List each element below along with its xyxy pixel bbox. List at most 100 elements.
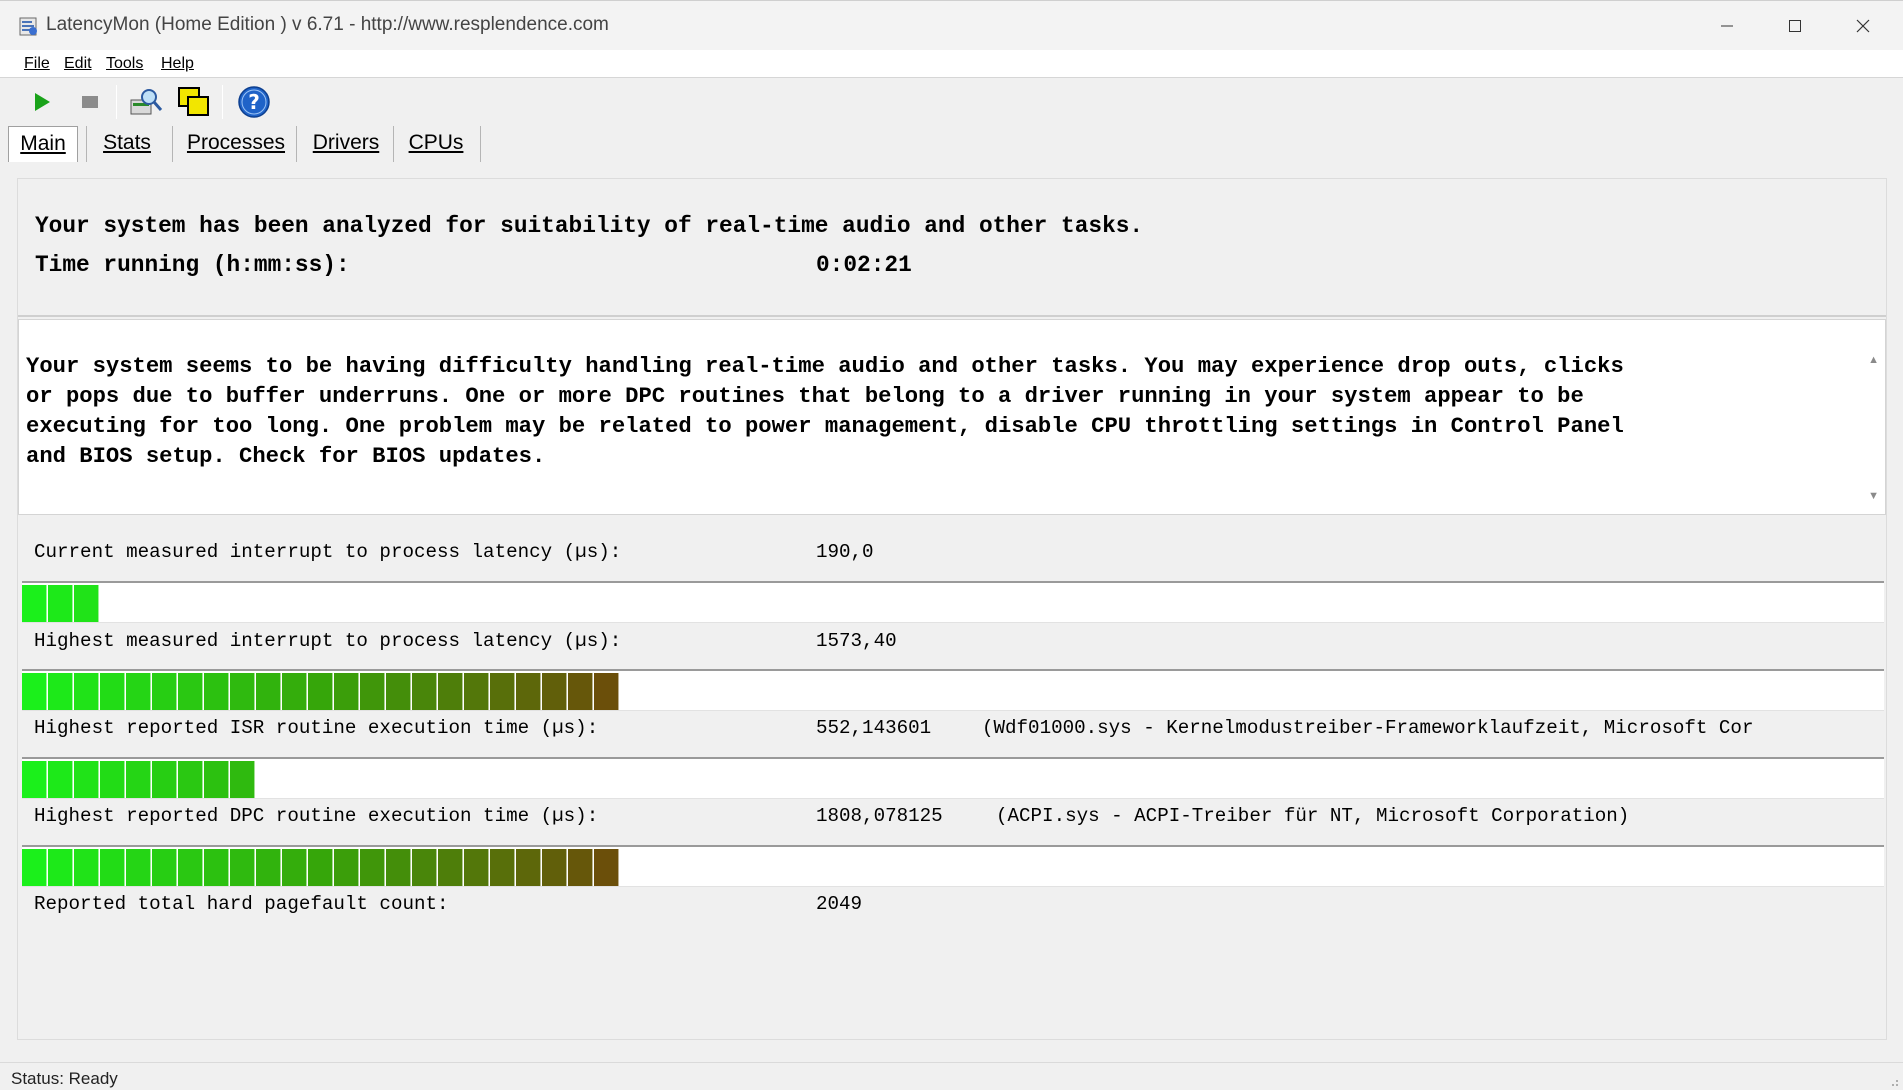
help-icon: ?: [238, 86, 270, 118]
tab-stats[interactable]: Stats: [92, 126, 162, 162]
bar-segment: [516, 849, 541, 886]
bar-segment: [542, 673, 567, 710]
bar-segment: [594, 849, 619, 886]
bar-segment: [386, 849, 411, 886]
tab-drivers[interactable]: Drivers: [304, 126, 388, 162]
menu-tools[interactable]: Tools: [106, 55, 143, 73]
bar-segment: [568, 673, 593, 710]
highest-latency-label: Highest measured interrupt to process la…: [34, 630, 622, 652]
latencymon-app-icon: [19, 17, 37, 36]
menu-file[interactable]: File: [24, 55, 50, 73]
bar-segment: [308, 673, 333, 710]
copy-windows-icon: [178, 87, 209, 116]
bar-segment: [178, 761, 203, 798]
search-driver-button[interactable]: [128, 83, 164, 121]
start-monitoring-button[interactable]: [24, 83, 60, 121]
toolbar-separator: [222, 85, 223, 119]
bar-segment: [152, 673, 177, 710]
dpc-driver-detail: (ACPI.sys - ACPI-Treiber für NT, Microso…: [996, 805, 1630, 827]
bar-segment: [74, 849, 99, 886]
maximize-icon: [1789, 20, 1801, 32]
bar-segment: [74, 761, 99, 798]
play-icon: [35, 93, 50, 111]
tab-separator: [296, 126, 297, 162]
tab-separator: [86, 126, 87, 162]
bar-segment: [334, 849, 359, 886]
bar-segment: [256, 673, 281, 710]
bar-segment: [464, 673, 489, 710]
close-button[interactable]: [1829, 1, 1897, 51]
analysis-message: Your system seems to be having difficult…: [26, 354, 1624, 469]
bar-segment: [230, 761, 255, 798]
pagefault-label: Reported total hard pagefault count:: [34, 893, 449, 915]
status-text: Status: Ready: [11, 1069, 118, 1088]
resize-grip-icon[interactable]: [1887, 1075, 1899, 1087]
bar-segment: [126, 673, 151, 710]
tab-separator: [480, 126, 481, 162]
bar-segment: [568, 849, 593, 886]
bar-segment: [100, 673, 125, 710]
tab-separator: [393, 126, 394, 162]
bar-segment: [230, 849, 255, 886]
bar-segment: [516, 673, 541, 710]
analysis-message-box[interactable]: Your system seems to be having difficult…: [18, 319, 1886, 515]
bar-segment: [412, 673, 437, 710]
bar-segment: [204, 849, 229, 886]
tab-main[interactable]: Main: [8, 126, 78, 162]
copy-windows-button[interactable]: [176, 83, 212, 121]
search-driver-icon: [130, 89, 163, 115]
bar-segment: [204, 673, 229, 710]
bar-segment: [386, 673, 411, 710]
bar-segment: [464, 849, 489, 886]
title-bar: LatencyMon (Home Edition ) v 6.71 - http…: [0, 0, 1903, 50]
isr-driver-detail: (Wdf01000.sys - Kernelmodustreiber-Frame…: [982, 717, 1754, 739]
scroll-up-arrow-icon[interactable]: ▲: [1868, 354, 1879, 366]
bar-segment: [22, 585, 47, 622]
metrics-section: Current measured interrupt to process la…: [18, 519, 1886, 1039]
bar-segment: [22, 673, 47, 710]
time-running-value: 0:02:21: [816, 252, 912, 278]
bar-segment: [282, 673, 307, 710]
current-latency-bar: [22, 581, 1884, 623]
bar-segment: [412, 849, 437, 886]
minimize-button[interactable]: [1693, 1, 1761, 51]
bar-segment: [48, 761, 73, 798]
tab-cpus[interactable]: CPUs: [400, 126, 472, 162]
tab-processes[interactable]: Processes: [180, 126, 292, 162]
bar-segment: [594, 673, 619, 710]
menu-help[interactable]: Help: [161, 55, 194, 73]
bar-segment: [48, 849, 73, 886]
tab-separator: [172, 126, 173, 162]
bar-segment: [490, 849, 515, 886]
bar-segment: [48, 673, 73, 710]
bar-segment: [308, 849, 333, 886]
bar-segment: [100, 849, 125, 886]
bar-segment: [48, 585, 73, 622]
bar-segment: [100, 761, 125, 798]
stop-monitoring-button[interactable]: [72, 83, 108, 121]
summary-section: Your system has been analyzed for suitab…: [18, 179, 1886, 317]
bar-segment: [542, 849, 567, 886]
pagefault-value: 2049: [816, 893, 863, 915]
scroll-down-arrow-icon[interactable]: ▼: [1868, 490, 1879, 502]
toolbar: ?: [0, 79, 1903, 125]
bar-segment: [334, 673, 359, 710]
main-panel: Your system has been analyzed for suitab…: [17, 178, 1887, 1040]
close-icon: [1856, 19, 1870, 33]
isr-label: Highest reported ISR routine execution t…: [34, 717, 599, 739]
svg-text:?: ?: [248, 90, 260, 114]
maximize-button[interactable]: [1761, 1, 1829, 51]
bar-segment: [74, 673, 99, 710]
dpc-bar: [22, 845, 1884, 887]
bar-segment: [178, 673, 203, 710]
menu-edit[interactable]: Edit: [64, 55, 92, 73]
bar-segment: [438, 849, 463, 886]
bar-segment: [438, 673, 463, 710]
help-button[interactable]: ?: [236, 83, 272, 121]
current-latency-value: 190,0: [816, 541, 874, 563]
bar-segment: [256, 849, 281, 886]
bar-segment: [74, 585, 99, 622]
bar-segment: [22, 849, 47, 886]
bar-segment: [152, 761, 177, 798]
bar-segment: [178, 849, 203, 886]
